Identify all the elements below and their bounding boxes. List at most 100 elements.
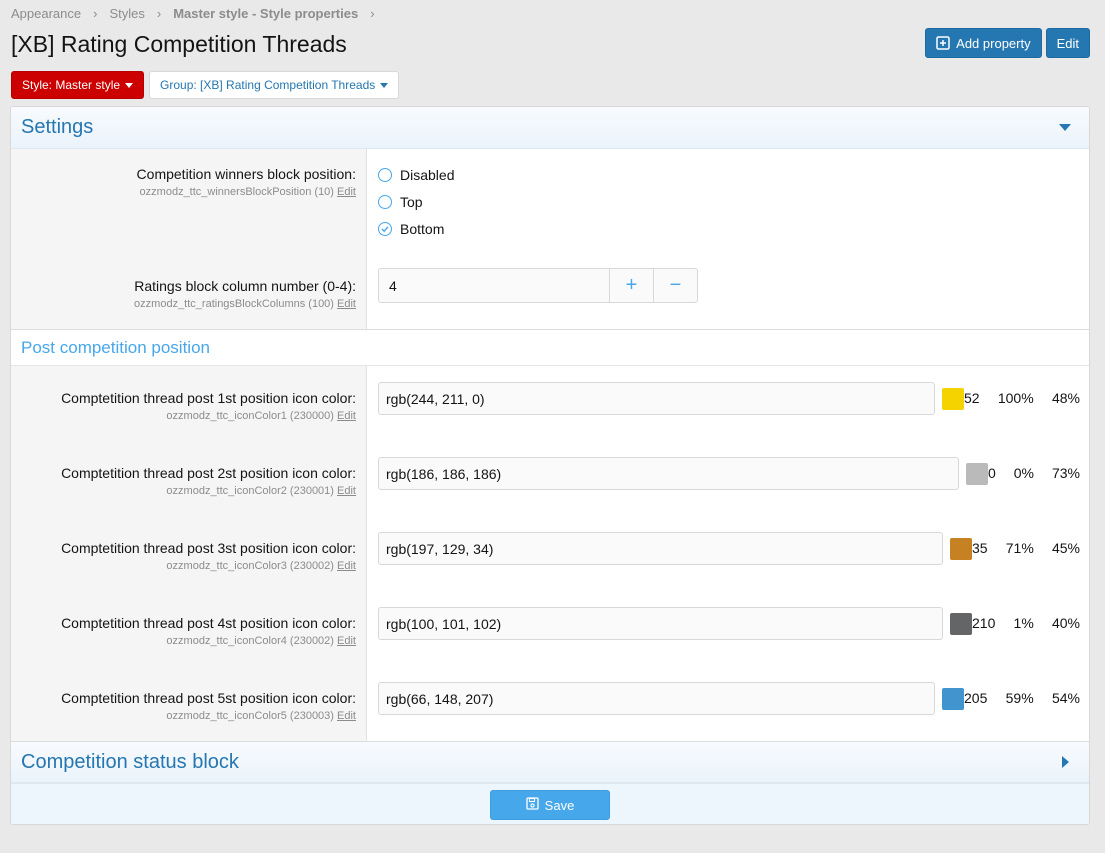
icon-color-1-label: Comptetition thread post 1st position ic… — [11, 390, 356, 422]
hsl-readout: 35 71% 45% — [972, 540, 1080, 556]
chevron-right-icon: › — [370, 5, 375, 21]
add-property-label: Add property — [956, 35, 1031, 51]
radio-top[interactable]: Top — [378, 188, 454, 215]
filter-bar: Style: Master style Group: [XB] Rating C… — [11, 71, 400, 99]
hsl-readout: 0 0% 73% — [988, 465, 1080, 481]
icon-color-4-input[interactable]: rgb(100, 101, 102) — [378, 607, 943, 640]
chevron-right-icon: › — [156, 5, 162, 21]
lightness-value: 73% — [1051, 465, 1080, 481]
icon-color-hint: ozzmodz_ttc_iconColor1 (230000) Edit — [11, 410, 356, 422]
ratings-edit-link[interactable]: Edit — [337, 298, 356, 310]
ratings-columns-input[interactable]: 4 — [379, 269, 609, 302]
icon-color-hint-text: ozzmodz_ttc_iconColor3 (230002) — [166, 560, 334, 572]
ratings-label-text: Ratings block column number (0-4): — [134, 278, 356, 294]
hue-value: 35 — [972, 540, 988, 556]
icon-color-5-input[interactable]: rgb(66, 148, 207) — [378, 682, 935, 715]
icon-color-label-text: Comptetition thread post 2st position ic… — [61, 465, 356, 481]
icon-color-hint: ozzmodz_ttc_iconColor5 (230003) Edit — [11, 710, 356, 722]
icon-color-3-label: Comptetition thread post 3st position ic… — [11, 540, 356, 572]
save-icon — [526, 797, 539, 813]
hsl-readout: 210 1% 40% — [972, 615, 1080, 631]
lightness-value: 45% — [1051, 540, 1080, 556]
color-swatch[interactable] — [942, 388, 964, 410]
style-properties-panel: Settings Competition winners block posit… — [10, 106, 1090, 825]
icon-color-label-text: Comptetition thread post 3st position ic… — [61, 540, 356, 556]
icon-color-edit-link[interactable]: Edit — [337, 635, 356, 647]
chevron-right-icon: › — [93, 5, 98, 21]
top-actions: Add property Edit — [925, 28, 1090, 58]
icon-color-edit-link[interactable]: Edit — [337, 485, 356, 497]
icon-color-4-label: Comptetition thread post 4st position ic… — [11, 615, 356, 647]
caret-down-icon — [380, 82, 389, 88]
icon-color-label-text: Comptetition thread post 1st position ic… — [61, 390, 356, 406]
radio-checked-icon — [378, 221, 392, 236]
status-block-title: Competition status block — [21, 750, 239, 773]
winners-block-label: Competition winners block position: ozzm… — [11, 166, 356, 198]
ratings-columns-label: Ratings block column number (0-4): ozzmo… — [11, 278, 356, 310]
style-menu-button[interactable]: Style: Master style — [11, 71, 145, 99]
icon-color-edit-link[interactable]: Edit — [337, 710, 356, 722]
icon-color-hint-text: ozzmodz_ttc_iconColor5 (230003) — [166, 710, 334, 722]
icon-color-edit-link[interactable]: Edit — [337, 560, 356, 572]
save-button[interactable]: Save — [490, 790, 610, 820]
icon-color-2-label: Comptetition thread post 2st position ic… — [11, 465, 356, 497]
settings-title: Settings — [21, 116, 94, 138]
ratings-hint: ozzmodz_ttc_ratingsBlockColumns (100) Ed… — [11, 298, 356, 310]
winners-radio-group: Disabled Top Bottom — [378, 161, 454, 242]
icon-color-label-text: Comptetition thread post 5st position ic… — [61, 690, 356, 706]
radio-bottom-label: Bottom — [400, 220, 445, 237]
ratings-columns-stepper: 4 + − — [378, 268, 698, 303]
breadcrumb-style-properties[interactable]: Master style - Style properties — [173, 6, 358, 21]
breadcrumb-styles[interactable]: Styles — [109, 6, 144, 21]
breadcrumb-appearance[interactable]: Appearance — [11, 6, 81, 21]
ratings-hint-text: ozzmodz_ttc_ratingsBlockColumns (100) — [134, 298, 334, 310]
group-menu-button[interactable]: Group: [XB] Rating Competition Threads — [149, 71, 400, 99]
decrement-button[interactable]: − — [653, 269, 697, 302]
status-block-section-header[interactable]: Competition status block — [11, 741, 1089, 783]
style-menu-label: Style: Master style — [22, 78, 121, 92]
hue-value: 52 — [964, 390, 980, 406]
hsl-readout: 205 59% 54% — [964, 690, 1080, 706]
group-menu-label: Group: [XB] Rating Competition Threads — [160, 78, 376, 92]
icon-color-hint: ozzmodz_ttc_iconColor3 (230002) Edit — [11, 560, 356, 572]
radio-circle-icon — [378, 194, 392, 209]
radio-disabled-label: Disabled — [400, 166, 455, 183]
settings-section-header[interactable]: Settings — [11, 107, 1089, 149]
saturation-value: 71% — [1005, 540, 1034, 556]
saturation-value: 0% — [1013, 465, 1034, 481]
saturation-value: 1% — [1013, 615, 1034, 631]
plus-square-icon — [936, 36, 950, 50]
hsl-readout: 52 100% 48% — [964, 390, 1080, 406]
radio-circle-icon — [378, 167, 392, 182]
winners-hint: ozzmodz_ttc_winnersBlockPosition (10) Ed… — [11, 186, 356, 198]
icon-color-3-input[interactable]: rgb(197, 129, 34) — [378, 532, 943, 565]
radio-bottom[interactable]: Bottom — [378, 215, 454, 242]
icon-color-hint-text: ozzmodz_ttc_iconColor2 (230001) — [166, 485, 334, 497]
icon-color-hint: ozzmodz_ttc_iconColor4 (230002) Edit — [11, 635, 356, 647]
winners-label-text: Competition winners block position: — [136, 166, 356, 182]
increment-button[interactable]: + — [609, 269, 653, 302]
add-property-button[interactable]: Add property — [925, 28, 1042, 58]
color-swatch[interactable] — [942, 688, 964, 710]
icon-color-edit-link[interactable]: Edit — [337, 410, 356, 422]
saturation-value: 59% — [1005, 690, 1034, 706]
winners-hint-text: ozzmodz_ttc_winnersBlockPosition (10) — [139, 186, 334, 198]
radio-disabled[interactable]: Disabled — [378, 161, 454, 188]
hue-value: 205 — [964, 690, 988, 706]
color-swatch[interactable] — [966, 463, 988, 485]
icon-color-hint-text: ozzmodz_ttc_iconColor4 (230002) — [166, 635, 334, 647]
color-swatch[interactable] — [950, 613, 972, 635]
lightness-value: 40% — [1051, 615, 1080, 631]
icon-color-hint-text: ozzmodz_ttc_iconColor1 (230000) — [166, 410, 334, 422]
saturation-value: 100% — [997, 390, 1034, 406]
color-swatch[interactable] — [950, 538, 972, 560]
caret-down-icon — [125, 82, 134, 88]
winners-edit-link[interactable]: Edit — [337, 186, 356, 198]
icon-color-2-input[interactable]: rgb(186, 186, 186) — [378, 457, 959, 490]
edit-button[interactable]: Edit — [1045, 28, 1090, 58]
icon-color-1-input[interactable]: rgb(244, 211, 0) — [378, 382, 935, 415]
lightness-value: 54% — [1051, 690, 1080, 706]
icon-color-5-label: Comptetition thread post 5st position ic… — [11, 690, 356, 722]
icon-color-label-text: Comptetition thread post 4st position ic… — [61, 615, 356, 631]
post-position-title: Post competition position — [21, 337, 210, 357]
